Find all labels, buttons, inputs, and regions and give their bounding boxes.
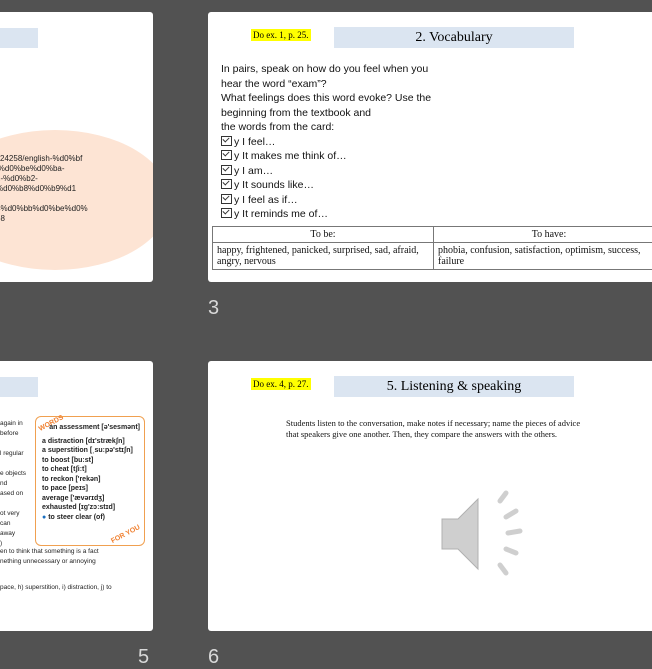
instruction-paragraph: Students listen to the conversation, mak… xyxy=(286,418,586,439)
checkbox-icon xyxy=(221,208,232,218)
for-you-tag: FOR YOU xyxy=(110,523,143,546)
bullet-item: y I feel as if… xyxy=(221,193,431,208)
exercise-highlight: Do ex. 4, p. 27. xyxy=(251,378,311,390)
vocabulary-table: To be: To have: happy, frightened, panic… xyxy=(212,226,652,270)
checkbox-icon xyxy=(221,194,232,204)
checkbox-icon xyxy=(221,165,232,175)
answer-text: pace, h) superstition, i) distraction, j… xyxy=(0,583,112,593)
exercise-highlight: Do ex. 1, p. 25. xyxy=(251,29,311,41)
definition-text: en to think that something is a fact net… xyxy=(0,547,99,567)
title-bar xyxy=(0,28,38,48)
table-header: To be: xyxy=(213,227,434,243)
slide-thumbnail-5[interactable]: again in before l regular e objects nd a… xyxy=(0,361,153,631)
table-cell: happy, frightened, panicked, surprised, … xyxy=(213,243,434,270)
slide-title: 2. Vocabulary xyxy=(334,27,574,48)
prompt-text: In pairs, speak on how do you feel when … xyxy=(221,62,431,222)
title-bar xyxy=(0,377,38,397)
speaker-icon[interactable] xyxy=(440,489,530,579)
checkbox-icon xyxy=(221,136,232,146)
bullet-item: y It reminds me of… xyxy=(221,207,431,222)
bullet-item: y It sounds like… xyxy=(221,178,431,193)
words-box: WORDS an assessment [ə'sesmənt] a distra… xyxy=(35,416,145,546)
slide-number-5: 5 xyxy=(138,646,149,669)
table-cell: phobia, confusion, satisfaction, optimis… xyxy=(434,243,652,270)
checkbox-icon xyxy=(221,179,232,189)
url-text: e/38324258/english-%d0%bf l%b4%d0%be%d0%… xyxy=(0,154,130,224)
table-header: To have: xyxy=(434,227,652,243)
slide-thumbnail-2[interactable]: e/38324258/english-%d0%bf l%b4%d0%be%d0%… xyxy=(0,12,153,282)
words-list: an assessment [ə'sesmənt] a distraction … xyxy=(42,423,140,522)
bullet-item: y I feel… xyxy=(221,135,431,150)
bullet-item: y I am… xyxy=(221,164,431,179)
slide-thumbnail-3[interactable]: Do ex. 1, p. 25. 2. Vocabulary In pairs,… xyxy=(208,12,652,282)
slide-title: 5. Listening & speaking xyxy=(334,376,574,397)
slide-thumbnail-6[interactable]: Do ex. 4, p. 27. 5. Listening & speaking… xyxy=(208,361,652,631)
left-text: again in before l regular e objects nd a… xyxy=(0,419,26,549)
bullet-dot-icon: ● xyxy=(42,514,46,521)
slide-number-3: 3 xyxy=(208,297,219,320)
slide-number-6: 6 xyxy=(208,646,219,669)
bullet-item: y It makes me think of… xyxy=(221,149,431,164)
checkbox-icon xyxy=(221,150,232,160)
